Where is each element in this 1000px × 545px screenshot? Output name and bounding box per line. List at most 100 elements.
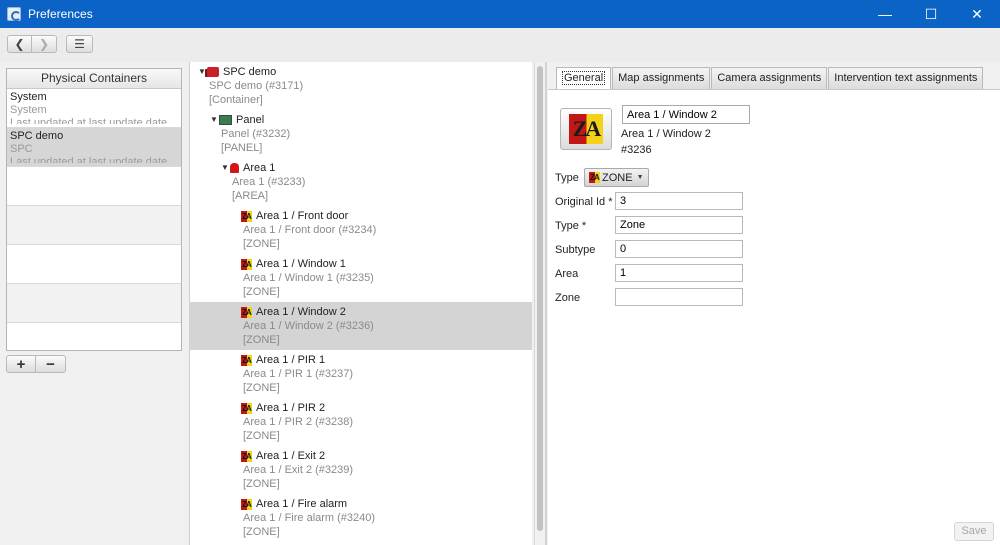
tree-node-exit-2[interactable]: ZA Area 1 / Exit 2 Area 1 / Exit 2 (#3239… [190,449,532,497]
zone-icon: ZA [589,172,600,183]
tree-node-spc-demo[interactable]: ▼ SPC demo SPC demo (#3171) [Container] [190,65,532,107]
minimize-button[interactable]: — [862,0,908,28]
tree-node-kind: [ZONE] [243,334,280,346]
tree-node-title: Area 1 / Front door [256,210,349,222]
area-alarm-icon [230,163,239,173]
expand-toggle-icon[interactable]: ▼ [198,65,207,79]
back-button[interactable]: ❮ [7,35,32,53]
container-note: Last updated at last update date [10,117,168,124]
tree-node-id: Area 1 (#3233) [232,176,306,188]
empty-row [7,206,181,245]
tree-node-title: Area 1 [243,162,276,174]
zone-icon: ZA [241,402,252,414]
tree-node-title: Panel [236,114,265,126]
tab-general[interactable]: General [556,67,612,90]
menu-button[interactable]: ☰ [66,35,93,53]
type-label: Type [555,172,579,184]
tree-node-id: Area 1 / Fire alarm (#3240) [243,512,376,524]
zone-icon: ZA [241,306,252,318]
tree-node-title: Area 1 / PIR 2 [256,402,326,414]
display-name: Area 1 / Window 2 [621,128,711,140]
site-icon [207,67,219,77]
tree-node-kind: [ZONE] [243,382,280,394]
field-label-type: Type * [555,220,587,232]
subtype-input[interactable] [615,240,743,258]
empty-row [7,284,181,323]
maximize-button[interactable]: ☐ [908,0,954,28]
tree-node-id: Area 1 / Window 1 (#3235) [243,272,374,284]
zone-icon: ZA [241,210,252,222]
tree-node-pir-1[interactable]: ZA Area 1 / PIR 1 Area 1 / PIR 1 (#3237) … [190,353,532,401]
detail-tabs: General Map assignments Camera assignmen… [556,67,984,90]
add-container-button[interactable]: + [6,355,36,373]
panel-icon [219,115,232,125]
tree-node-title: Area 1 / Window 2 [256,306,346,318]
window-title: Preferences [28,7,93,21]
zone-icon: ZA [241,258,252,270]
containers-list: Physical Containers System System Last u… [6,68,182,351]
name-input[interactable] [622,105,750,124]
tab-intervention-text[interactable]: Intervention text assignments [828,67,984,89]
expand-toggle-icon[interactable]: ▼ [210,113,219,127]
tree-node-pir-2[interactable]: ZA Area 1 / PIR 2 Area 1 / PIR 2 (#3238) … [190,401,532,449]
app-icon [7,7,21,21]
tree-node-id: Area 1 / Window 2 (#3236) [243,320,374,332]
tree-node-kind: [ZONE] [243,478,280,490]
tree-node-area-1[interactable]: ▼ Area 1 Area 1 (#3233) [AREA] [190,161,532,203]
tree-node-kind: [ZONE] [243,238,280,250]
container-item-system[interactable]: System System Last updated at last updat… [7,89,181,128]
field-label-zone: Zone [555,292,581,304]
tree-node-front-door[interactable]: ZA Area 1 / Front door Area 1 / Front doo… [190,209,532,257]
container-name: SPC demo [10,130,64,142]
tree-node-id: Area 1 / PIR 1 (#3237) [243,368,354,380]
save-button[interactable]: Save [954,522,994,541]
tree-node-id: Area 1 / PIR 2 (#3238) [243,416,354,428]
container-name: System [10,91,47,103]
tree-node-window-1[interactable]: ZA Area 1 / Window 1 Area 1 / Window 1 (#… [190,257,532,305]
tree-node-window-2[interactable]: ZA Area 1 / Window 2 Area 1 / Window 2 (#… [190,302,532,350]
tree-node-kind: [Container] [209,94,263,106]
tree-node-id: Area 1 / Front door (#3234) [243,224,377,236]
area-input[interactable] [615,264,743,282]
type-dropdown-value: ZONE [602,171,633,184]
close-button[interactable]: ✕ [954,0,1000,28]
tree-node-title: Area 1 / Exit 2 [256,450,326,462]
zone-input[interactable] [615,288,743,306]
tree-scrollbar[interactable] [534,62,545,545]
nav-group: ❮ ❯ [7,35,57,53]
tree-node-title: Area 1 / PIR 1 [256,354,326,366]
container-note: Last updated at last update date [10,156,168,163]
zone-image-button[interactable]: ZA [560,108,612,150]
field-label-subtype: Subtype [555,244,596,256]
toolbar: ❮ ❯ ☰ [0,28,1000,62]
type-input[interactable] [615,216,743,234]
tree-node-kind: [ZONE] [243,430,280,442]
tree-node-kind: [PANEL] [221,142,263,154]
field-label-area: Area [555,268,579,280]
chevron-down-icon: ▼ [636,174,644,181]
forward-button[interactable]: ❯ [32,35,57,53]
tree-node-fire-alarm[interactable]: ZA Area 1 / Fire alarm Area 1 / Fire alar… [190,497,532,545]
original-id-input[interactable] [615,192,743,210]
containers-header: Physical Containers [7,69,181,89]
zone-large-icon: ZA [569,114,603,144]
tree-node-panel[interactable]: ▼ Panel Panel (#3232) [PANEL] [190,113,532,155]
detail-panel: ZA Area 1 / Window 2 #3236 Type ZA ZONE … [548,89,1000,545]
tree-node-kind: [AREA] [232,190,269,202]
tab-label: General [562,71,606,85]
tree-node-kind: [ZONE] [243,286,280,298]
tab-camera-assignments[interactable]: Camera assignments [711,67,828,89]
container-type: SPC [10,143,33,155]
container-item-spc-demo[interactable]: SPC demo SPC Last updated at last update… [7,128,181,167]
pane-splitter[interactable] [545,62,547,545]
empty-row [7,323,181,353]
tree-node-kind: [ZONE] [243,526,280,538]
object-id: #3236 [621,144,652,156]
scrollbar-thumb[interactable] [537,66,543,531]
tree-node-title: Area 1 / Window 1 [256,258,346,270]
type-dropdown[interactable]: ZA ZONE ▼ [584,168,649,187]
tree-node-id: Area 1 / Exit 2 (#3239) [243,464,354,476]
remove-container-button[interactable]: − [36,355,66,373]
expand-toggle-icon[interactable]: ▼ [221,161,230,175]
tab-map-assignments[interactable]: Map assignments [612,67,711,89]
